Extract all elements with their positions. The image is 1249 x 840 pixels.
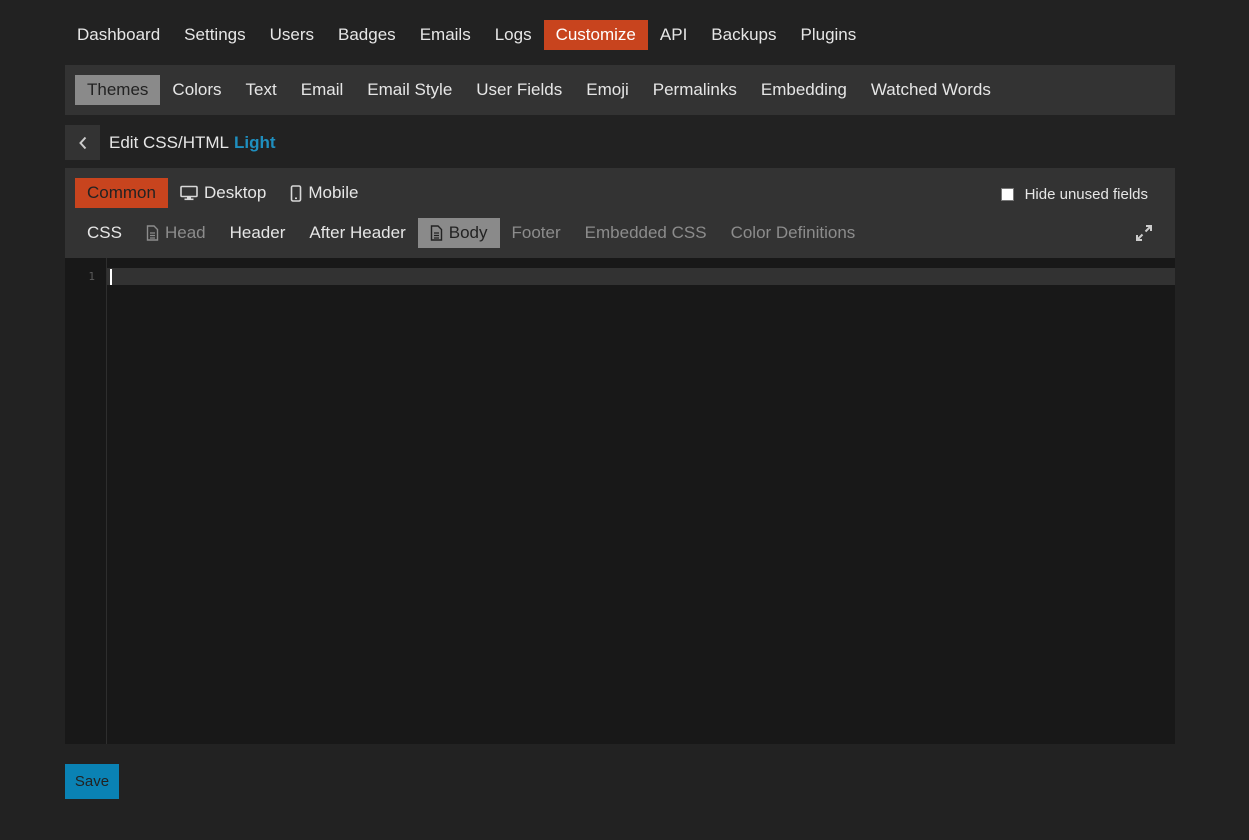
nav-item-dashboard[interactable]: Dashboard	[65, 20, 172, 50]
tab-embedded-css-label: Embedded CSS	[584, 223, 707, 242]
tab-header[interactable]: Header	[218, 218, 298, 248]
mobile-icon	[291, 184, 302, 202]
sub-nav-item-embedding[interactable]: Embedding	[749, 75, 859, 105]
tab-head[interactable]: Head	[134, 218, 218, 248]
file-icon	[430, 225, 442, 241]
tab-embedded-css[interactable]: Embedded CSS	[573, 218, 719, 248]
tab-desktop-label: Desktop	[203, 183, 267, 202]
nav-item-logs[interactable]: Logs	[483, 20, 544, 50]
theme-name-link[interactable]: Light	[234, 133, 276, 152]
sub-nav-item-emoji[interactable]: Emoji	[574, 75, 641, 105]
expand-icon[interactable]	[1135, 224, 1153, 242]
sub-nav-item-permalinks[interactable]: Permalinks	[641, 75, 749, 105]
nav-item-users[interactable]: Users	[258, 20, 326, 50]
sub-nav-item-watched-words[interactable]: Watched Words	[859, 75, 1003, 105]
save-button[interactable]: Save	[65, 764, 119, 799]
tab-head-label: Head	[164, 223, 206, 242]
tab-header-label: Header	[229, 223, 286, 242]
field-tabs: CSS Head Header After Header Body Footer	[75, 218, 867, 248]
editor-controls-panel: Common Desktop Mobile Hide unused fields…	[65, 168, 1175, 258]
tab-css[interactable]: CSS	[75, 218, 134, 248]
tab-css-label: CSS	[87, 223, 122, 242]
text-cursor	[110, 269, 112, 285]
tab-body-label: Body	[448, 223, 488, 242]
page-title-text: Edit CSS/HTML	[109, 132, 229, 152]
sub-nav-item-email[interactable]: Email	[289, 75, 356, 105]
hide-unused-checkbox[interactable]	[1000, 187, 1014, 201]
sub-nav-item-user-fields[interactable]: User Fields	[464, 75, 574, 105]
sub-nav-item-colors[interactable]: Colors	[160, 75, 233, 105]
page-title: Edit CSS/HTML Light	[109, 133, 276, 153]
active-line-highlight	[107, 268, 1175, 285]
tab-common[interactable]: Common	[75, 178, 168, 208]
tab-footer-label: Footer	[511, 223, 561, 242]
nav-item-emails[interactable]: Emails	[408, 20, 483, 50]
nav-item-settings[interactable]: Settings	[172, 20, 257, 50]
line-number: 1	[88, 270, 95, 283]
tab-body[interactable]: Body	[417, 218, 500, 248]
tab-color-definitions-label: Color Definitions	[730, 223, 856, 242]
chevron-left-icon	[78, 136, 86, 149]
tab-common-label: Common	[87, 183, 156, 202]
editor-gutter: 1	[65, 258, 107, 744]
edit-header: Edit CSS/HTML Light	[65, 125, 276, 160]
sub-nav-item-text[interactable]: Text	[234, 75, 289, 105]
back-button[interactable]	[65, 125, 100, 160]
tab-mobile-label: Mobile	[308, 183, 359, 202]
tab-after-header-label: After Header	[309, 223, 406, 242]
nav-item-customize[interactable]: Customize	[543, 20, 648, 50]
target-tabs: Common Desktop Mobile	[75, 178, 370, 208]
nav-item-api[interactable]: API	[648, 20, 699, 50]
hide-unused-fields-toggle[interactable]: Hide unused fields	[1000, 185, 1148, 203]
nav-item-badges[interactable]: Badges	[326, 20, 408, 50]
desktop-icon	[180, 185, 198, 201]
code-editor[interactable]: 1	[65, 258, 1175, 744]
nav-item-plugins[interactable]: Plugins	[789, 20, 869, 50]
sub-nav-item-email-style[interactable]: Email Style	[355, 75, 464, 105]
sub-nav-item-themes[interactable]: Themes	[75, 75, 161, 105]
file-icon	[146, 225, 159, 241]
nav-item-backups[interactable]: Backups	[699, 20, 788, 50]
tab-desktop[interactable]: Desktop	[168, 178, 278, 208]
customize-sub-nav: Themes Colors Text Email Email Style Use…	[65, 65, 1175, 115]
admin-main-nav: Dashboard Settings Users Badges Emails L…	[65, 20, 868, 50]
tab-after-header[interactable]: After Header	[297, 218, 417, 248]
tab-mobile[interactable]: Mobile	[278, 178, 370, 208]
tab-footer[interactable]: Footer	[500, 218, 573, 248]
tab-color-definitions[interactable]: Color Definitions	[719, 218, 868, 248]
hide-unused-label: Hide unused fields	[1024, 185, 1148, 203]
